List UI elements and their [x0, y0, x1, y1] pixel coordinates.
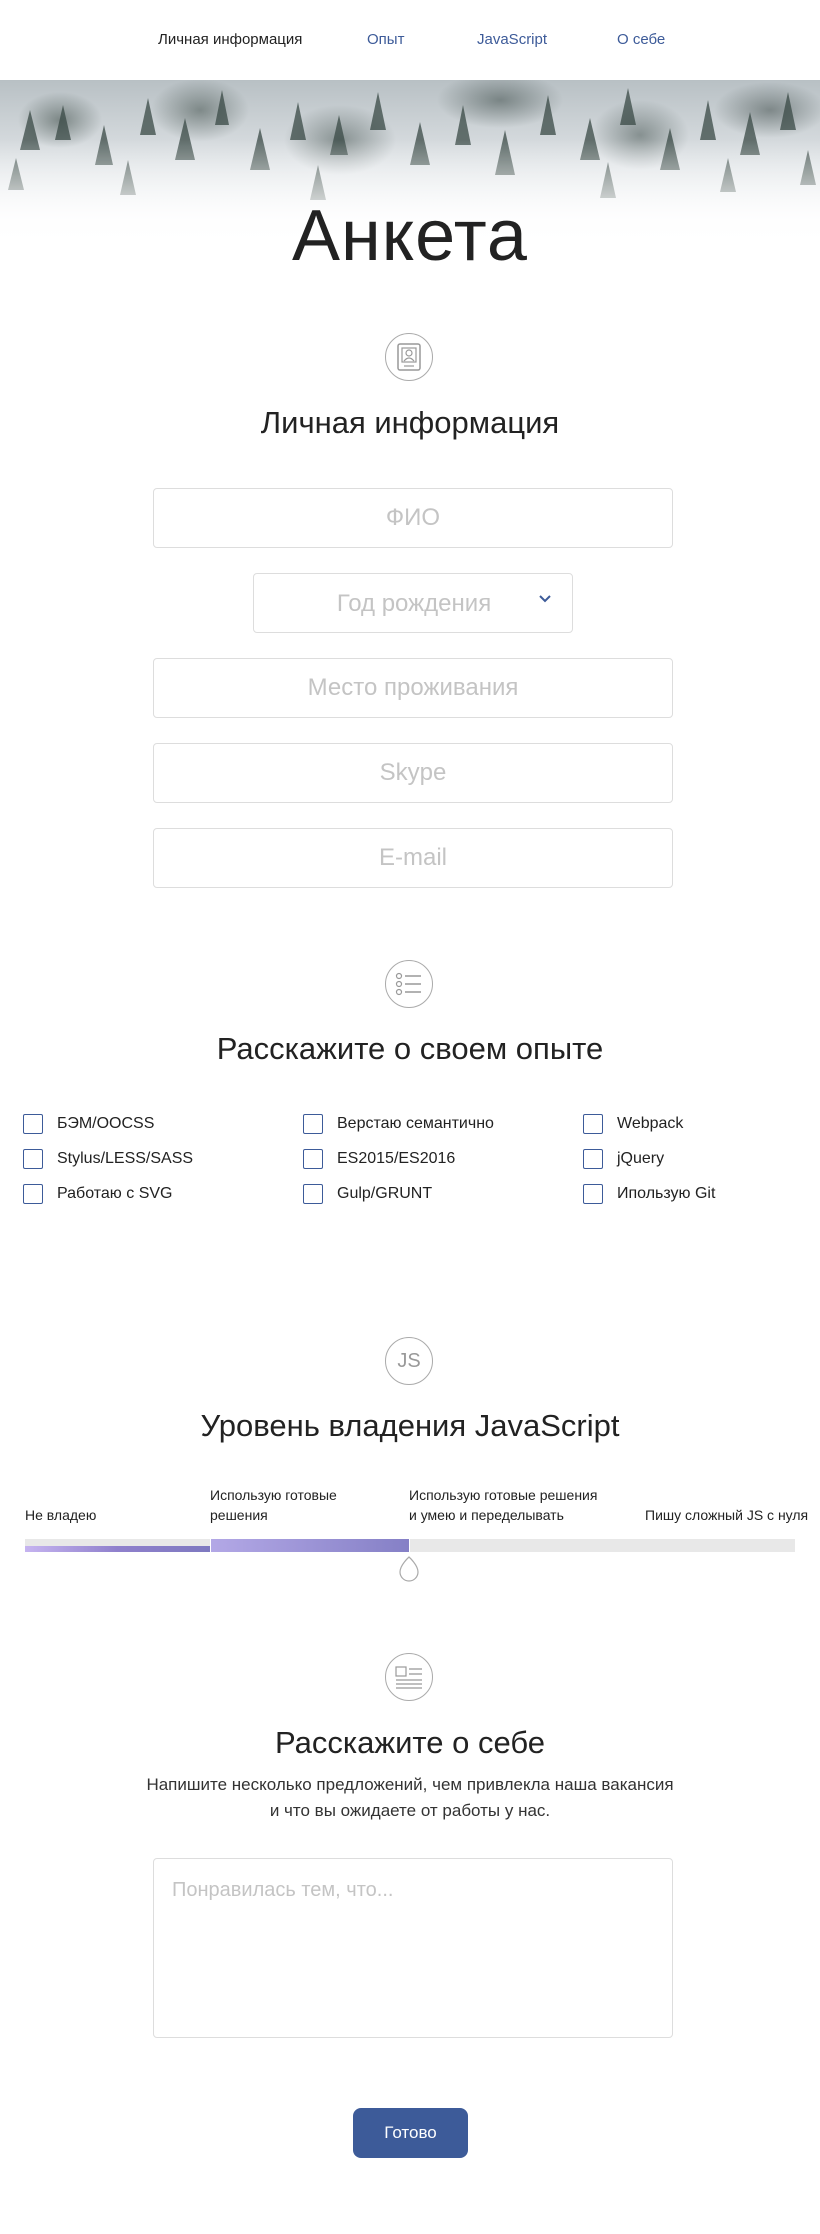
javascript-title: Уровень владения JavaScript: [200, 1408, 620, 1443]
birth-year-placeholder: Год рождения: [336, 590, 492, 617]
about-subtitle-line1: Напишите несколько предложений, чем прив…: [146, 1775, 674, 1794]
checkbox-jquery[interactable]: jQuery: [583, 1148, 664, 1170]
slider-tick: [409, 1539, 410, 1552]
slider-fill-low: [25, 1546, 210, 1552]
checkbox-label: Работаю с SVG: [57, 1185, 173, 1202]
city-input[interactable]: [153, 658, 673, 718]
page-title: Анкета: [292, 196, 528, 276]
nav-personal-info[interactable]: Личная информация: [158, 31, 302, 48]
nav-about[interactable]: О себе: [617, 31, 665, 48]
slider-thumb[interactable]: [398, 1556, 420, 1582]
checkbox-label: ES2015/ES2016: [337, 1150, 456, 1167]
level-label-3[interactable]: Пишу сложный JS с нуля: [645, 1505, 808, 1525]
skype-input[interactable]: [153, 743, 673, 803]
checkbox-box[interactable]: [303, 1184, 323, 1204]
js-level-slider[interactable]: [25, 1539, 795, 1552]
level-label-line1: Пишу сложный JS с нуля: [645, 1507, 809, 1523]
nav-javascript[interactable]: JavaScript: [477, 31, 547, 48]
checkbox-gulp[interactable]: Gulp/GRUNT: [303, 1183, 432, 1205]
level-label-0[interactable]: Не владею: [25, 1505, 96, 1525]
checkbox-svg[interactable]: Работаю с SVG: [23, 1183, 172, 1205]
checkbox-webpack[interactable]: Webpack: [583, 1113, 683, 1135]
level-label-2[interactable]: Использую готовые решения и умею и перед…: [409, 1485, 597, 1525]
slider-tick: [210, 1539, 211, 1552]
top-nav: Личная информация Опыт JavaScript О себе: [0, 0, 820, 80]
submit-button[interactable]: Готово: [353, 2108, 468, 2158]
slider-fill-high: [210, 1539, 409, 1552]
about-subtitle: Напишите несколько предложений, чем прив…: [0, 1772, 820, 1824]
checkbox-semantic[interactable]: Верстаю семантично: [303, 1113, 494, 1135]
about-title: Расскажите о себе: [274, 1725, 546, 1760]
checkbox-box[interactable]: [23, 1114, 43, 1134]
level-label-line1: Использую готовые решения: [409, 1487, 598, 1503]
js-icon-text: JS: [397, 1349, 421, 1372]
checkbox-box[interactable]: [23, 1149, 43, 1169]
chevron-down-icon: [539, 595, 551, 603]
checkbox-label: Stylus/LESS/SASS: [57, 1150, 194, 1167]
checkbox-label: Gulp/GRUNT: [337, 1185, 433, 1202]
personal-info-title: Личная информация: [260, 405, 560, 440]
checkbox-label: БЭМ/OOCSS: [57, 1115, 155, 1132]
about-subtitle-line2: и что вы ожидаете от работы у нас.: [269, 1801, 551, 1820]
list-icon: [385, 960, 433, 1008]
checkbox-box[interactable]: [583, 1184, 603, 1204]
email-input[interactable]: [153, 828, 673, 888]
js-icon: JS: [385, 1337, 433, 1385]
profile-card-icon: [385, 1653, 433, 1701]
checkbox-box[interactable]: [583, 1114, 603, 1134]
nav-experience[interactable]: Опыт: [367, 31, 404, 48]
checkbox-bem[interactable]: БЭМ/OOCSS: [23, 1113, 154, 1135]
checkbox-box[interactable]: [583, 1149, 603, 1169]
fio-input[interactable]: [153, 488, 673, 548]
checkbox-box[interactable]: [23, 1184, 43, 1204]
experience-title: Расскажите о своем опыте: [216, 1031, 604, 1066]
checkbox-label: Верстаю семантично: [337, 1115, 494, 1132]
level-label-line1: Использую готовые: [210, 1487, 337, 1503]
checkbox-box[interactable]: [303, 1149, 323, 1169]
birth-year-select[interactable]: Год рождения: [253, 573, 573, 633]
level-label-line2: решения: [210, 1507, 268, 1523]
checkbox-label: Webpack: [617, 1115, 684, 1132]
level-label-line2: и умею и переделывать: [409, 1507, 564, 1523]
level-label-1[interactable]: Использую готовые решения: [210, 1485, 337, 1525]
about-textarea[interactable]: [153, 1858, 673, 2038]
checkbox-git[interactable]: Ипользую Git: [583, 1183, 715, 1205]
checkbox-label: Ипользую Git: [617, 1185, 716, 1202]
checkbox-box[interactable]: [303, 1114, 323, 1134]
checkbox-preprocessors[interactable]: Stylus/LESS/SASS: [23, 1148, 193, 1170]
checkbox-label: jQuery: [617, 1150, 665, 1167]
id-card-icon: [385, 333, 433, 381]
level-label-line1: Не владею: [25, 1507, 97, 1523]
checkbox-es2015[interactable]: ES2015/ES2016: [303, 1148, 455, 1170]
